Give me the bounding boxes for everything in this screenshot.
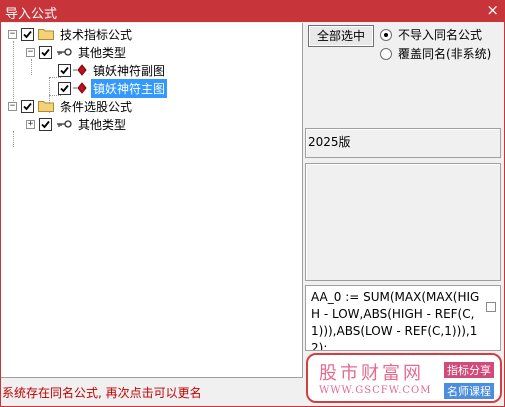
scroll-indicator[interactable] (486, 302, 496, 312)
formula-icon (73, 82, 87, 94)
formula-preview[interactable]: AA_0 := SUM(MAX(MAX(HIGH - LOW,ABS(HIGH … (305, 285, 501, 351)
tree-node-label: 镇妖神符主图 (91, 78, 168, 98)
tree-node-label: 技术指标公式 (60, 27, 133, 42)
check-icon (41, 48, 50, 56)
check-icon (60, 84, 69, 92)
tree-node-tech-indicators[interactable]: − 技术指标公式 (8, 25, 134, 43)
check-icon (23, 102, 32, 110)
tree-node-other-types[interactable]: − 其他类型 (26, 43, 128, 61)
window-title: 导入公式 (5, 7, 58, 22)
tree-node-formula-main[interactable]: 镇妖神符主图 (58, 78, 168, 98)
radio-unselected[interactable] (380, 47, 392, 60)
tree-connector (13, 131, 14, 147)
version-text: 2025版 (308, 135, 351, 149)
formula-tree[interactable]: − 技术指标公式 − 其他类型 镇妖神符副图 镇妖神符主图 − 条件选股公式 +… (1, 23, 303, 378)
status-message: 系统存在同名公式, 再次点击可以更名 (2, 386, 202, 400)
check-icon (41, 120, 50, 128)
tree-node-label: 其他类型 (78, 117, 127, 132)
key-icon (56, 46, 72, 58)
tree-connector (31, 59, 32, 75)
checkbox-checked[interactable] (21, 99, 34, 113)
option-label: 不导入同名公式 (398, 28, 483, 42)
tree-node-other-types-2[interactable]: + 其他类型 (26, 115, 128, 133)
description-panel (305, 163, 501, 281)
option-skip-duplicates[interactable]: 不导入同名公式 (380, 26, 482, 43)
watermark-tag-course: 名师课程 (444, 383, 494, 399)
collapse-icon[interactable]: − (8, 101, 17, 111)
folder-icon (38, 100, 54, 112)
tree-node-formula-sub[interactable]: 镇妖神符副图 (58, 61, 167, 79)
collapse-icon[interactable]: − (8, 29, 17, 39)
checkbox-checked[interactable] (39, 45, 52, 59)
watermark-site-name: 股市财富网 (319, 363, 424, 384)
tree-node-stock-selection[interactable]: − 条件选股公式 (8, 97, 134, 115)
tree-node-label: 条件选股公式 (60, 99, 133, 114)
formula-text: AA_0 := SUM(MAX(MAX(HIGH - LOW,ABS(HIGH … (311, 290, 480, 351)
collapse-icon[interactable]: − (26, 47, 35, 57)
checkbox-checked[interactable] (58, 63, 71, 77)
title-bar: 导入公式 × (0, 0, 505, 22)
tree-node-label: 其他类型 (78, 45, 127, 60)
folder-icon (38, 28, 54, 40)
option-overwrite[interactable]: 覆盖同名(非系统) (380, 45, 491, 62)
check-icon (23, 30, 32, 38)
watermark-logo: 股市财富网 WWW.GSCFW.COM 指标分享 名师课程 (306, 353, 502, 403)
checkbox-checked[interactable] (58, 81, 71, 95)
checkbox-checked[interactable] (39, 117, 52, 131)
watermark-tag-share: 指标分享 (444, 362, 494, 378)
key-icon (56, 118, 72, 130)
watermark-url: WWW.GSCFW.COM (319, 385, 432, 396)
close-icon[interactable]: × (486, 1, 499, 19)
checkbox-checked[interactable] (21, 27, 34, 41)
formula-icon (73, 64, 87, 76)
check-icon (60, 66, 69, 74)
radio-selected[interactable] (380, 28, 392, 41)
select-all-button[interactable]: 全部选中 (308, 25, 374, 47)
tree-node-label: 镇妖神符副图 (93, 63, 166, 78)
option-label: 覆盖同名(非系统) (398, 47, 492, 61)
expand-icon[interactable]: + (26, 119, 35, 129)
